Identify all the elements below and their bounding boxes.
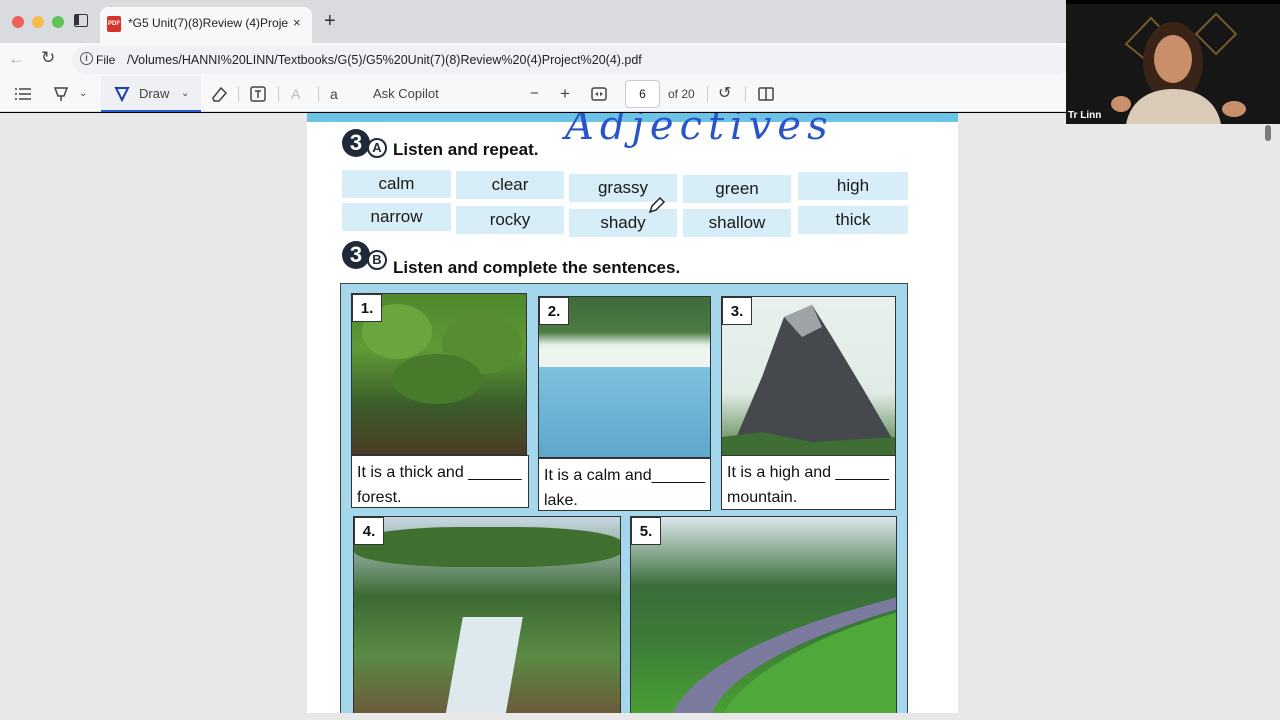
picture-number: 3. [722, 297, 752, 325]
stream-picture: 4. [353, 516, 621, 713]
section-number-badge: 3 [342, 129, 370, 157]
translate-icon[interactable]: aあ [330, 76, 350, 138]
page-number-input[interactable]: 6 [625, 80, 660, 108]
word-card: calm [342, 170, 451, 198]
stream-water [445, 617, 523, 713]
tab-close-button[interactable]: × [293, 15, 301, 30]
picture-number: 1. [352, 294, 382, 322]
reload-icon[interactable]: ↻ [41, 48, 55, 68]
caption-line: It is a thick and ______ [357, 464, 522, 481]
draw-pen-icon [114, 87, 130, 102]
park-path-picture: 5. [630, 516, 897, 713]
word-card: green [683, 175, 791, 203]
draw-label: Draw [139, 86, 170, 101]
file-scheme-label: File [96, 53, 116, 67]
toolbar-separator [707, 86, 708, 102]
pdf-viewer[interactable]: Adjectives 3 A Listen and repeat. calm c… [0, 113, 1280, 720]
close-window-button[interactable] [12, 16, 24, 28]
two-page-view-icon[interactable] [758, 76, 776, 112]
vertical-scrollbar[interactable] [1265, 125, 1271, 141]
word-card: high [798, 172, 908, 200]
picture-caption: It is a calm and______ lake. [538, 458, 711, 511]
toolbar-separator [278, 86, 279, 102]
picture-caption: It is a high and ______ mountain. [721, 455, 896, 510]
picture-number: 5. [631, 517, 661, 545]
participant-name: Tr Linn [1068, 110, 1102, 121]
handwritten-annotation: Adjectives [565, 113, 834, 149]
minimize-window-button[interactable] [32, 16, 44, 28]
word-card: shallow [683, 209, 791, 237]
zoom-in-button[interactable]: + [560, 76, 572, 112]
toolbar-separator [318, 86, 319, 102]
pdf-tab[interactable]: PDF *G5 Unit(7)(8)Review (4)Projec × [100, 7, 312, 43]
mountain-picture: 3. [721, 296, 896, 458]
draw-chevron-down-icon: ⌄ [181, 88, 190, 99]
rotate-icon[interactable]: ↺ [718, 76, 736, 112]
info-icon[interactable]: i [80, 52, 93, 65]
section-b-heading: Listen and complete the sentences. [393, 258, 681, 277]
section-letter-badge: B [367, 250, 387, 270]
caption-line: It is a calm and______ [544, 467, 705, 484]
word-card: rocky [456, 206, 564, 234]
back-arrow-icon[interactable]: ← [8, 49, 25, 69]
fit-page-icon[interactable] [591, 76, 609, 112]
eraser-icon[interactable] [210, 76, 228, 112]
webcam-overlay: Tr Linn [1066, 4, 1280, 124]
url-text[interactable]: /Volumes/HANNI%20LINN/Textbooks/G(5)/G5%… [127, 53, 642, 67]
tree-canopy [392, 354, 482, 404]
url-bar[interactable]: i File /Volumes/HANNI%20LINN/Textbooks/G… [72, 46, 1072, 74]
picture-caption: It is a thick and ______ forest. [351, 455, 529, 508]
toolbar-separator [745, 86, 746, 102]
browser-title-bar: PDF *G5 Unit(7)(8)Review (4)Projec × + [0, 0, 1066, 43]
ask-copilot-button[interactable]: Ask Copilot [373, 76, 453, 112]
tree-canopy [354, 527, 620, 567]
word-card: thick [798, 206, 908, 234]
contents-list-icon[interactable] [15, 76, 33, 112]
highlight-icon[interactable] [53, 76, 71, 112]
section-number-badge: 3 [342, 241, 370, 269]
presenter-video [1066, 4, 1280, 124]
caption-line: mountain. [727, 489, 798, 506]
picture-number: 2. [539, 297, 569, 325]
forest-picture: 1. [351, 293, 527, 455]
caption-line: forest. [357, 489, 402, 506]
read-aloud-icon[interactable]: A [291, 76, 309, 112]
new-tab-button[interactable]: + [324, 10, 336, 33]
pdf-file-icon: PDF [107, 16, 121, 32]
page-total: of 20 [668, 87, 695, 101]
lake-picture: 2. [538, 296, 711, 458]
section-letter-badge: A [367, 138, 387, 158]
maximize-window-button[interactable] [52, 16, 64, 28]
picture-number: 4. [354, 517, 384, 545]
caption-line: It is a high and ______ [727, 464, 889, 481]
draw-button[interactable]: Draw ⌄ [101, 76, 201, 112]
address-bar-row: ← ↻ i File /Volumes/HANNI%20LINN/Textboo… [0, 43, 1072, 76]
text-box-icon[interactable] [250, 76, 268, 112]
sidebar-toggle-icon[interactable] [74, 14, 88, 27]
pdf-page: Adjectives 3 A Listen and repeat. calm c… [307, 113, 958, 713]
path-shape [672, 597, 896, 713]
tab-title: *G5 Unit(7)(8)Review (4)Projec [128, 16, 288, 30]
lake-shore [539, 347, 710, 367]
word-card: narrow [342, 203, 451, 231]
word-card: clear [456, 171, 564, 199]
toolbar-separator [238, 86, 239, 102]
pen-cursor-icon [648, 196, 666, 214]
caption-line: lake. [544, 492, 578, 509]
section-a-heading: Listen and repeat. [393, 140, 539, 159]
zoom-out-button[interactable]: − [530, 76, 542, 112]
highlight-chevron-down-icon[interactable]: ⌄ [79, 76, 89, 112]
